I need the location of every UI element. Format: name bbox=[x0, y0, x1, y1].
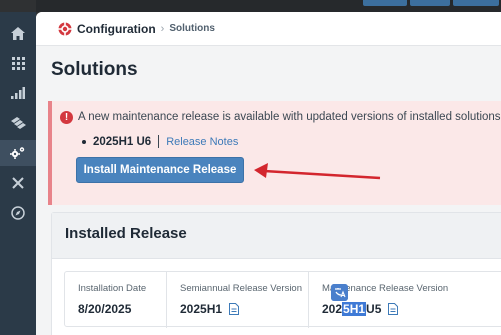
compass-icon[interactable] bbox=[0, 200, 36, 226]
installation-date-label: Installation Date bbox=[78, 283, 147, 294]
page-title: Solutions bbox=[51, 59, 138, 80]
translate-icon[interactable] bbox=[331, 284, 348, 301]
alert-message: A new maintenance release is available w… bbox=[78, 111, 501, 123]
divider bbox=[158, 135, 160, 148]
document-icon[interactable] bbox=[229, 303, 240, 315]
breadcrumb-current: Solutions bbox=[169, 23, 215, 34]
breadcrumb: Configuration › Solutions bbox=[36, 12, 501, 46]
main-content: Configuration › Solutions Solutions ! A … bbox=[36, 12, 501, 335]
maintenance-alert: ! A new maintenance release is available… bbox=[48, 101, 501, 205]
side-nav bbox=[0, 12, 36, 335]
installed-release-card: Installed Release Installation Date 8/20… bbox=[51, 212, 501, 335]
maintenance-version-prefix: 202 bbox=[322, 302, 343, 316]
analytics-icon[interactable] bbox=[0, 80, 36, 106]
home-icon[interactable] bbox=[0, 20, 36, 46]
release-list-item: 2025H1 U6 Release Notes bbox=[82, 135, 238, 148]
card-header: Installed Release bbox=[52, 213, 501, 259]
document-icon[interactable] bbox=[388, 303, 399, 315]
card-title: Installed Release bbox=[65, 225, 187, 242]
alert-icon: ! bbox=[60, 111, 73, 124]
semiannual-version-value: 2025H1 bbox=[180, 302, 240, 316]
release-notes-link[interactable]: Release Notes bbox=[166, 136, 238, 148]
install-maintenance-release-button[interactable]: Install Maintenance Release bbox=[76, 157, 244, 183]
installation-date-column: Installation Date 8/20/2025 bbox=[65, 272, 166, 328]
settings-icon[interactable] bbox=[0, 140, 36, 166]
top-bar-tab[interactable] bbox=[410, 0, 450, 6]
breadcrumb-separator: › bbox=[160, 22, 165, 35]
release-details: Installation Date 8/20/2025 Semiannual R… bbox=[64, 271, 501, 328]
release-version: 2025H1 U6 bbox=[93, 135, 152, 148]
layers-icon[interactable] bbox=[0, 110, 36, 136]
semiannual-version-text: 2025H1 bbox=[180, 302, 223, 316]
breadcrumb-root[interactable]: Configuration bbox=[77, 22, 156, 36]
tools-icon[interactable] bbox=[0, 170, 36, 196]
maintenance-version-suffix: U5 bbox=[366, 302, 382, 316]
maintenance-version-value: 202 5H1 U5 bbox=[322, 302, 399, 316]
installation-date-value: 8/20/2025 bbox=[78, 302, 132, 316]
top-bar-tab[interactable] bbox=[453, 0, 499, 6]
bullet bbox=[82, 139, 86, 144]
top-bar-tab[interactable] bbox=[363, 0, 407, 6]
apps-grid-icon[interactable] bbox=[0, 50, 36, 76]
top-bar bbox=[36, 0, 501, 12]
app-window: Configuration › Solutions Solutions ! A … bbox=[0, 0, 501, 335]
configuration-icon bbox=[58, 22, 72, 35]
semiannual-version-column: Semiannual Release Version 2025H1 bbox=[166, 272, 308, 328]
selected-text: 5H1 bbox=[342, 302, 367, 316]
semiannual-version-label: Semiannual Release Version bbox=[180, 283, 302, 294]
